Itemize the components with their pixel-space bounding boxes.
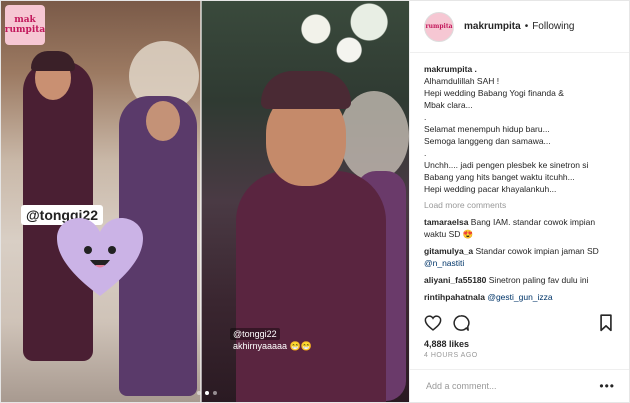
instagram-post: mak rumpita @tonggi22 @tonggi22 akhirnya… bbox=[0, 0, 630, 403]
save-button[interactable] bbox=[595, 312, 617, 334]
logo-line-1: mak bbox=[14, 15, 36, 25]
comment-username[interactable]: rintihpahatnala bbox=[424, 292, 485, 302]
comment-row: gitamulya_a Standar cowok impian jaman S… bbox=[424, 245, 615, 269]
comment-text: Standar cowok impian jaman SD bbox=[475, 246, 599, 256]
comment-text: Sinetron paling fav dulu ini bbox=[488, 275, 589, 285]
heart-icon bbox=[424, 315, 442, 331]
load-more-comments-link[interactable]: Load more comments bbox=[424, 199, 615, 211]
comments-section: makrumpita . Alhamdulillah SAH ! Hepi we… bbox=[410, 53, 629, 307]
caption-line: Mbak clara... bbox=[424, 100, 473, 110]
groom-cap-left bbox=[31, 51, 75, 71]
action-bar bbox=[410, 307, 629, 339]
comment-button[interactable] bbox=[450, 312, 472, 334]
comment-row: rintihpahatnala @gesti_gun_izza bbox=[424, 291, 615, 303]
caption-line: Hepi wedding pacar khayalankuh... bbox=[424, 184, 557, 194]
comment-mention[interactable]: @gesti_gun_izza bbox=[487, 292, 552, 302]
carousel-dot bbox=[213, 391, 217, 395]
comment-username[interactable]: aliyani_fa55180 bbox=[424, 275, 486, 285]
avatar[interactable]: rumpita bbox=[424, 11, 454, 42]
carousel-indicator bbox=[197, 391, 217, 395]
caption-block: makrumpita . Alhamdulillah SAH ! Hepi we… bbox=[424, 63, 615, 195]
groom-figure-right bbox=[236, 171, 386, 402]
heart-sticker-icon bbox=[57, 218, 143, 296]
comment-row: aliyani_fa55180 Sinetron paling fav dulu… bbox=[424, 274, 615, 286]
like-button[interactable] bbox=[422, 312, 444, 334]
following-button[interactable]: Following bbox=[532, 21, 574, 32]
brand-logo: mak rumpita bbox=[5, 5, 45, 45]
comment-bubble-icon bbox=[453, 315, 470, 331]
caption-line: Semoga langgeng dan samawa... bbox=[424, 136, 551, 146]
comment-username[interactable]: tamaraelsa bbox=[424, 217, 468, 227]
comment-row: tamaraelsa Bang IAM. standar cowok impia… bbox=[424, 216, 615, 240]
avatar-logo-text: rumpita bbox=[425, 22, 453, 30]
post-timestamp[interactable]: 4 HOURS AGO bbox=[410, 349, 629, 370]
header-separator: • bbox=[524, 21, 529, 32]
caption-line: Alhamdulillah SAH ! bbox=[424, 76, 500, 86]
likes-count[interactable]: 4,888 likes bbox=[410, 339, 629, 349]
caption-line: . bbox=[424, 112, 427, 122]
more-options-icon[interactable]: ••• bbox=[599, 379, 615, 393]
caption-line: Hepi wedding Babang Yogi finanda & bbox=[424, 88, 564, 98]
comment-mention[interactable]: @n_nastiti bbox=[424, 258, 464, 268]
post-header: rumpita makrumpita • Following bbox=[410, 1, 629, 53]
carousel-dot bbox=[197, 391, 201, 395]
add-comment-input[interactable] bbox=[424, 380, 600, 392]
caption-line: Selamat menempuh hidup baru... bbox=[424, 124, 550, 134]
caption-username[interactable]: makrumpita . bbox=[424, 64, 477, 74]
bookmark-icon bbox=[600, 314, 612, 332]
logo-line-2: rumpita bbox=[4, 25, 46, 35]
add-comment-row: ••• bbox=[410, 370, 629, 402]
header-username[interactable]: makrumpita bbox=[464, 21, 521, 32]
post-media[interactable]: mak rumpita @tonggi22 @tonggi22 akhirnya… bbox=[1, 1, 409, 402]
media-divider bbox=[200, 1, 202, 402]
flower-decoration bbox=[276, 1, 409, 71]
story-text-sticker: akhirnyaaaaa 😁😁 bbox=[233, 341, 312, 351]
caption-line: Unchh.... jadi pengen plesbek ke sinetro… bbox=[424, 160, 589, 170]
caption-line: . bbox=[424, 148, 427, 158]
carousel-dot-active bbox=[205, 391, 209, 395]
groom-cap-right bbox=[261, 71, 351, 109]
comment-username[interactable]: gitamulya_a bbox=[424, 246, 473, 256]
post-sidebar: rumpita makrumpita • Following makrumpit… bbox=[409, 1, 629, 402]
story-mention-sticker: @tonggi22 bbox=[230, 328, 280, 340]
caption-line: Babang yang hits banget waktu itcuhh... bbox=[424, 172, 575, 182]
bride-head-left bbox=[146, 101, 180, 141]
